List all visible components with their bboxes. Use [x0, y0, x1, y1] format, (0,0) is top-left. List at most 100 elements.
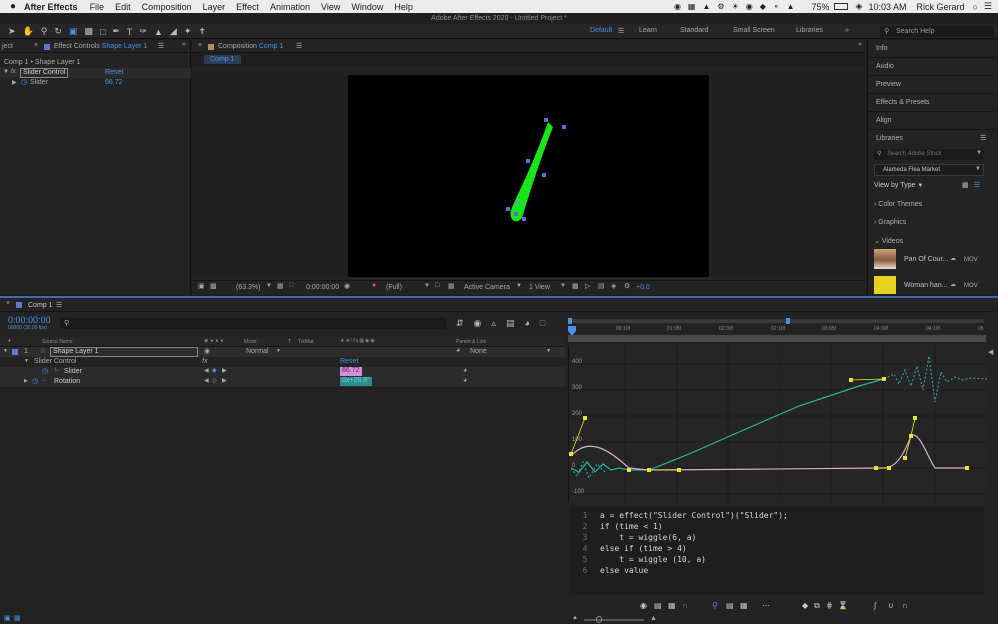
region-of-interest-icon[interactable]: □ [435, 282, 439, 289]
comp-navigator-tab[interactable]: Comp 1 [204, 55, 241, 64]
list-view-icon[interactable]: ☰ [974, 181, 980, 189]
library-video-item[interactable]: Woman han... ☁ MOV [874, 274, 994, 294]
menu-status-icons[interactable]: ◉▦▲⚙☀◉◆⚬▲ [674, 2, 802, 11]
grid-guide-icon[interactable]: ▩ [210, 282, 217, 290]
camera-tool-icon[interactable]: ▣ [69, 26, 78, 37]
stock-search-field[interactable]: ⚲ Search Adobe Stock ▼ [874, 149, 984, 160]
convert-keyframe-icon[interactable]: ⌛ [838, 601, 848, 610]
layer-switches-icon[interactable]: ★★\fx▦◉◉ [340, 338, 376, 344]
section-graphics[interactable]: › Graphics [874, 219, 906, 226]
stopwatch-icon[interactable]: ◷ [32, 377, 38, 385]
zoom-level-select[interactable]: (63.3%) [236, 284, 261, 291]
parent-select[interactable]: None [470, 348, 487, 355]
info-panel-header[interactable]: Info [868, 40, 998, 58]
clock[interactable]: 10:03 AM [868, 2, 906, 12]
menu-view[interactable]: View [321, 2, 340, 12]
expression-pickwhip-icon[interactable]: ◕ [463, 367, 467, 374]
snapshot-icon[interactable]: ◉ [344, 282, 350, 290]
library-select[interactable]: Alameda Flea Market ▼ [874, 164, 984, 176]
close-icon[interactable]: × [34, 42, 38, 49]
effects-presets-panel-header[interactable]: Effects & Presets [868, 94, 998, 112]
battery-icon[interactable] [833, 3, 848, 10]
rectangle-tool-icon[interactable]: □ [100, 27, 105, 37]
column-parent[interactable]: Parent & Link [456, 339, 486, 345]
section-color-themes[interactable]: › Color Themes [874, 201, 922, 208]
graph-scroll-handle[interactable]: ◀ [988, 348, 993, 356]
graph-editor[interactable]: 400 300 200 100 0 -100 [568, 346, 987, 502]
menu-file[interactable]: File [90, 2, 105, 12]
text-tool-icon[interactable]: T [127, 27, 133, 37]
draft-3d-icon[interactable]: ◉ [474, 318, 482, 330]
menu-help[interactable]: Help [394, 2, 413, 12]
panel-menu-icon[interactable]: ☰ [158, 42, 164, 50]
clone-stamp-tool-icon[interactable]: ▲ [154, 27, 163, 37]
puppet-pin-tool-icon[interactable]: ✝ [198, 26, 206, 37]
camera-view-select[interactable]: Active Camera [464, 284, 524, 291]
panel-overflow-icon[interactable]: » [182, 41, 186, 48]
layer-name[interactable]: Shape Layer 1 [50, 347, 198, 357]
section-videos[interactable]: ⌄ Videos [874, 237, 903, 245]
next-keyframe-icon[interactable]: ▶ [222, 367, 227, 374]
separate-dimensions-icon[interactable]: ▦ [740, 601, 748, 610]
pixel-aspect-icon[interactable]: ▩ [572, 282, 579, 290]
panel-overflow-icon[interactable]: » [858, 41, 862, 48]
rotate-tool-icon[interactable]: ↻ [54, 26, 62, 37]
stopwatch-icon[interactable]: ◷ [42, 367, 48, 375]
frame-blending-icon[interactable]: ▤ [506, 318, 515, 330]
expression-editor[interactable]: 1 a = effect("Slider Control")("Slider");… [570, 507, 984, 595]
roto-brush-tool-icon[interactable]: ✦ [184, 26, 192, 37]
menu-layer[interactable]: Layer [203, 2, 226, 12]
battery-percent[interactable]: 75% [812, 2, 830, 12]
eye-icon[interactable]: ◉ [204, 347, 210, 355]
work-area-bar[interactable] [570, 319, 984, 323]
add-keyframe-icon[interactable]: ◆ [212, 367, 217, 374]
reset-button[interactable]: Reset [340, 358, 358, 365]
libraries-panel-header[interactable]: Libraries ☰ [868, 130, 998, 148]
view-by-type-select[interactable]: View by Type ▼ [874, 182, 923, 189]
rotation-value-field[interactable]: 0x+28.8° [340, 377, 372, 386]
graph-toggle-icon[interactable]: ∟ [54, 367, 60, 373]
panel-menu-icon[interactable]: ☰ [56, 301, 62, 309]
menu-effect[interactable]: Effect [236, 2, 259, 12]
menu-composition[interactable]: Composition [142, 2, 192, 12]
chevron-down-icon[interactable]: ▼ [276, 348, 281, 354]
layer-search-field[interactable]: ⚲ [60, 318, 446, 329]
chevron-down-icon[interactable]: ▼ [266, 283, 272, 289]
fit-selection-icon[interactable]: ⚲ [712, 601, 718, 610]
transparency-grid-icon[interactable]: ▦ [448, 282, 455, 290]
av-switches-icon[interactable]: ◉●●● [204, 338, 225, 344]
column-t[interactable]: T [288, 339, 291, 345]
selection-tool-icon[interactable]: ➤ [8, 26, 16, 37]
tab-effect-controls[interactable]: Effect Controls Shape Layer 1 [54, 43, 147, 50]
workspace-small-screen[interactable]: Small Screen [733, 27, 775, 34]
slider-property-row[interactable]: ◷ ∟ Slider ◀ ◆ ▶ 66.72 ◕ [0, 367, 565, 377]
next-keyframe-icon[interactable]: ▶ [222, 377, 227, 384]
control-center-icon[interactable]: ☰ [984, 1, 992, 12]
workspace-libraries[interactable]: Libraries [796, 27, 823, 34]
fast-preview-icon[interactable]: ▷ [585, 282, 590, 290]
always-preview-icon[interactable]: ▣ [198, 282, 205, 290]
render-time-icon[interactable]: ▣ [4, 614, 11, 622]
parent-pickwhip-icon[interactable]: ◕ [456, 347, 460, 354]
close-icon[interactable]: × [6, 300, 10, 307]
effect-row[interactable]: ▼ Slider Control Reset [0, 357, 565, 367]
timeline-icon[interactable]: ▤ [598, 282, 605, 290]
work-area-start-handle[interactable] [568, 318, 572, 324]
layer-mode-select[interactable]: Normal [246, 348, 269, 355]
pan-behind-tool-icon[interactable]: ▩ [84, 26, 93, 37]
timeline-current-time[interactable]: 0:00:00:00 [8, 315, 51, 325]
edit-keyframe-icon[interactable]: ⋯ [762, 601, 770, 610]
user-name[interactable]: Rick Gerard [916, 2, 964, 12]
comp-canvas[interactable] [348, 75, 709, 277]
column-mode[interactable]: Mode [244, 339, 257, 345]
panel-menu-icon[interactable]: ☰ [980, 130, 986, 147]
pen-tool-icon[interactable]: ✒ [112, 26, 120, 37]
expand-triangle-icon[interactable]: ▶ [24, 378, 28, 384]
workspace-standard[interactable]: Standard [680, 27, 708, 34]
label-icon[interactable]: ♦ [8, 338, 11, 344]
graph-editor-toggle-icon[interactable]: □ [540, 318, 545, 330]
help-search-field[interactable]: ⚲ Search Help [880, 26, 994, 37]
fit-all-icon[interactable]: ▤ [726, 601, 734, 610]
zoom-slider-thumb[interactable] [596, 616, 602, 623]
graph-options-icon[interactable]: ▤ [654, 601, 662, 610]
